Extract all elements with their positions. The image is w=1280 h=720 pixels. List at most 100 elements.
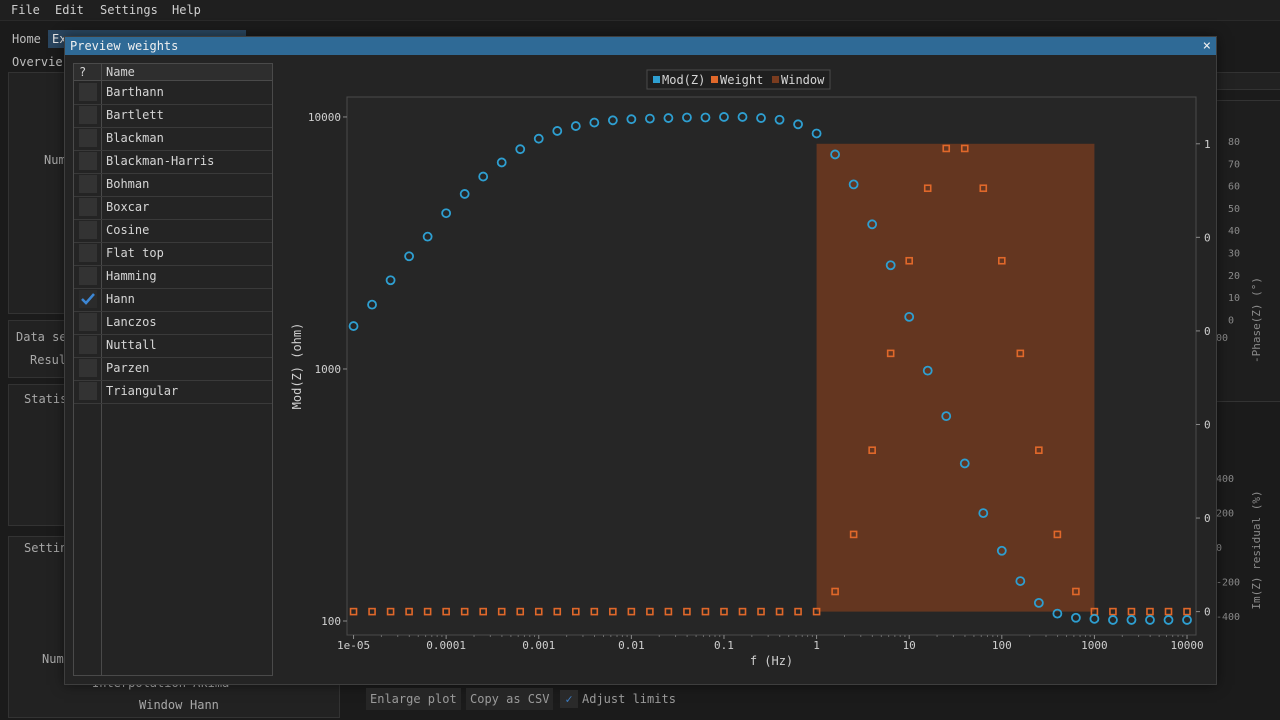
phase-tick-label: 70 [1228, 159, 1240, 170]
window-name: Flat top [106, 246, 164, 260]
window-function-table: ? Name Barthann Bartlett Blackman Blackman-… [73, 63, 273, 676]
phase-tick-label: 10 [1228, 293, 1240, 304]
residual-axis-label: Im(Z) residual (%) [1250, 490, 1263, 609]
residual-tick-label: -200 [1216, 578, 1240, 589]
background-panel [8, 320, 70, 378]
y-right-tick-label: 0.8 [1204, 231, 1212, 244]
background-label: Data se [16, 330, 67, 344]
window-value: Hann [190, 698, 219, 712]
phase-tick-label: 50 [1228, 204, 1240, 215]
background-label: Num [44, 153, 66, 167]
window-checkbox[interactable] [79, 198, 97, 216]
table-row[interactable]: Bartlett [74, 104, 272, 128]
table-row[interactable]: Nuttall [74, 334, 272, 358]
table-row[interactable]: Boxcar [74, 196, 272, 220]
y-right-tick-label: 0.6 [1204, 325, 1212, 338]
phase-axis-label: -Phase(Z) (°) [1250, 277, 1263, 363]
window-checkbox[interactable] [79, 83, 97, 101]
legend-weight-swatch [711, 76, 718, 83]
window-checkbox[interactable] [79, 175, 97, 193]
menu-file[interactable]: File [11, 3, 40, 17]
y-right-tick-label: 0 [1204, 606, 1211, 619]
background-label: Resul [30, 353, 67, 367]
menu-help[interactable]: Help [172, 3, 201, 17]
window-name: Cosine [106, 223, 150, 237]
window-checkbox[interactable] [79, 221, 97, 239]
window-name: Nuttall [106, 338, 157, 352]
table-row[interactable]: Parzen [74, 357, 272, 381]
x-tick-label: 1 [813, 639, 820, 652]
y-left-tick-label: 10000 [308, 111, 341, 124]
column-header-name: Name [106, 65, 135, 79]
table-row[interactable]: Cosine [74, 219, 272, 243]
y-left-tick-label: 100 [321, 615, 341, 628]
dialog-title-bar[interactable]: Preview weights × [65, 37, 1216, 55]
background-panel [8, 72, 70, 314]
x-tick-label: 0.1 [714, 639, 734, 652]
x-tick-label: 10000 [1170, 639, 1203, 652]
background-axes: 80706050403020100 4002000-200-400 -Phase… [1216, 137, 1263, 623]
window-name: Hamming [106, 269, 157, 283]
phase-tick-label: 80 [1228, 137, 1240, 148]
weights-plot: 1e-05 0.0001 0.001 0.01 0.1 1 10 100 1000 1000010… [290, 69, 1212, 668]
column-header-check: ? [79, 65, 87, 79]
table-row[interactable]: Barthann [74, 81, 272, 105]
background-label: Statis [24, 392, 68, 406]
residual-tick-label: 400 [1216, 474, 1234, 485]
table-header: ? Name [74, 64, 272, 81]
tab-overview[interactable]: Overvie [8, 53, 67, 71]
phase-tick-label: 0 [1228, 315, 1234, 326]
y-left-axis-label: Mod(Z) (ohm) [290, 323, 304, 410]
menu-settings[interactable]: Settings [100, 3, 158, 17]
table-row[interactable]: Lanczos [74, 311, 272, 335]
x-tick-label: 1000 [1081, 639, 1108, 652]
adjust-limits-checkbox[interactable]: ✓ [560, 690, 578, 708]
table-row[interactable]: Hamming [74, 265, 272, 289]
legend-window-label: Window [781, 73, 825, 87]
window-checkbox[interactable] [79, 290, 97, 308]
copy-as-csv-button[interactable]: Copy as CSV [466, 688, 554, 710]
phase-tick-label: 30 [1228, 249, 1240, 260]
window-region [816, 143, 1095, 612]
window-checkbox[interactable] [79, 382, 97, 400]
x-tick-label: 0.001 [522, 639, 555, 652]
tab-home[interactable]: Home [8, 30, 45, 48]
background-label: Num [42, 652, 64, 666]
window-checkbox[interactable] [79, 244, 97, 262]
close-icon[interactable]: × [1203, 38, 1211, 54]
window-checkbox[interactable] [79, 106, 97, 124]
table-row[interactable]: Hann [74, 288, 272, 312]
window-name: Blackman [106, 131, 164, 145]
window-name: Lanczos [106, 315, 157, 329]
adjust-limits-label: Adjust limits [582, 692, 676, 706]
legend-modz-swatch [653, 76, 660, 83]
window-checkbox[interactable] [79, 336, 97, 354]
y-left-tick-label: 1000 [315, 363, 342, 376]
window-checkbox[interactable] [79, 129, 97, 147]
window-name: Bohman [106, 177, 150, 191]
window-checkbox[interactable] [79, 313, 97, 331]
window-checkbox[interactable] [79, 359, 97, 377]
x-tick-label: 1e-05 [337, 639, 370, 652]
stray-tick: 00 [1216, 333, 1228, 344]
table-row[interactable]: Blackman [74, 127, 272, 151]
x-tick-label: 10 [903, 639, 916, 652]
x-axis-label: f (Hz) [750, 654, 793, 668]
window-label: Window [139, 698, 183, 712]
y-right-tick-label: 0.2 [1204, 512, 1212, 525]
table-row[interactable]: Triangular [74, 380, 272, 404]
window-checkbox[interactable] [79, 152, 97, 170]
enlarge-plot-button[interactable]: Enlarge plot [366, 688, 461, 710]
table-row[interactable]: Flat top [74, 242, 272, 266]
phase-tick-label: 40 [1228, 226, 1240, 237]
menu-edit[interactable]: Edit [55, 3, 84, 17]
table-row[interactable]: Bohman [74, 173, 272, 197]
phase-tick-label: 20 [1228, 271, 1240, 282]
window-name: Bartlett [106, 108, 164, 122]
window-checkbox[interactable] [79, 267, 97, 285]
x-tick-label: 100 [992, 639, 1012, 652]
window-name: Blackman-Harris [106, 154, 215, 168]
y-right-tick-label: 0.4 [1204, 418, 1212, 431]
window-name: Boxcar [106, 200, 150, 214]
table-row[interactable]: Blackman-Harris [74, 150, 272, 174]
